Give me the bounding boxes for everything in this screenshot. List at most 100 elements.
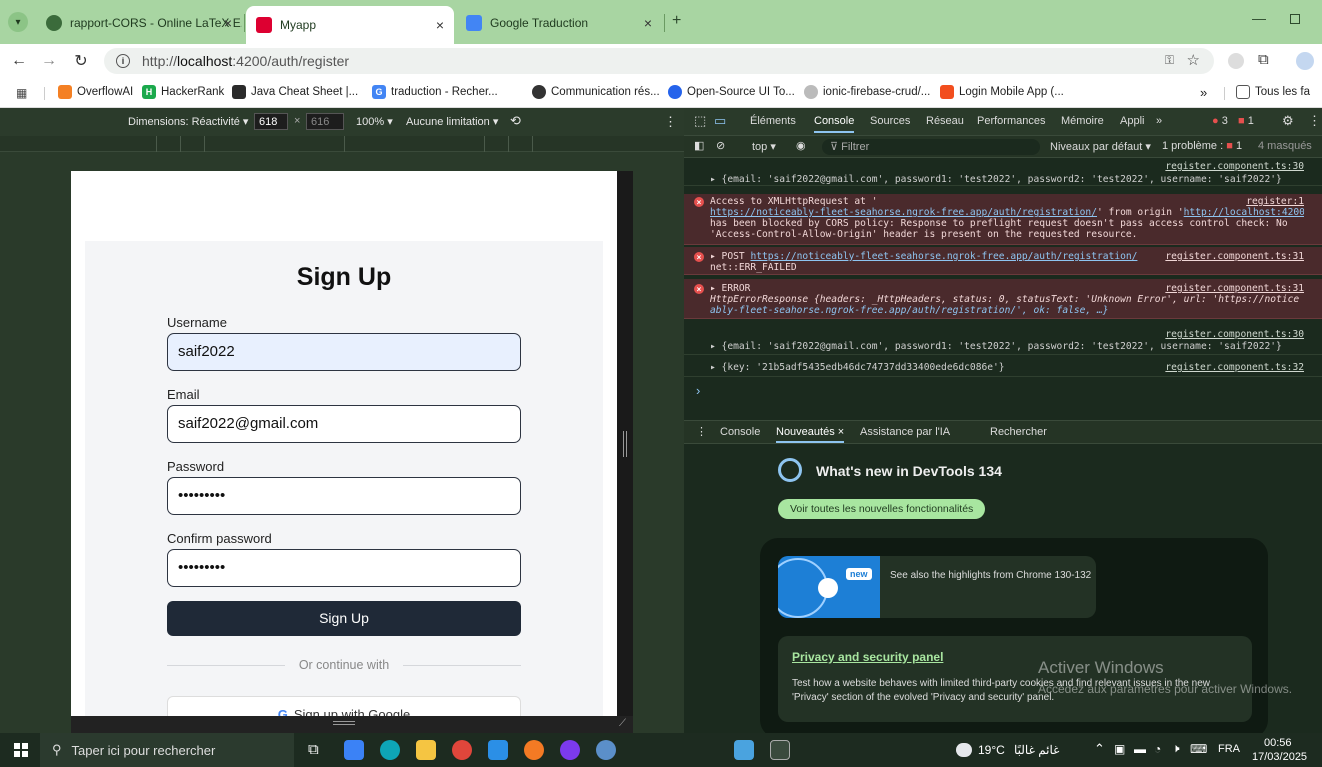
bookmark-traduction[interactable]: Gtraduction - Recher... <box>372 85 498 99</box>
source-link[interactable]: register.component.ts:30 <box>1165 161 1304 172</box>
weather-description[interactable]: غائم غالبًا <box>1014 743 1059 757</box>
console-prompt[interactable]: › <box>696 383 700 398</box>
tab-console[interactable]: Console <box>814 115 855 133</box>
device-toggle-icon[interactable]: ▭ <box>714 113 726 129</box>
tab-elements[interactable]: Éléments <box>750 115 796 127</box>
signup-button[interactable]: Sign Up <box>167 601 521 636</box>
viewport-bottom-handle[interactable]: ⟋ <box>71 716 633 733</box>
password-input[interactable]: ••••••••• <box>167 477 521 515</box>
console-message[interactable]: register.component.ts:30 ▸ {email: 'saif… <box>684 159 1322 186</box>
issues-link[interactable]: 1 problème : ■ 1 <box>1162 140 1242 152</box>
tray-chevron-icon[interactable]: ⌃ <box>1094 741 1105 757</box>
drawer-menu-icon[interactable]: ⋮ <box>696 425 707 438</box>
windows-start-icon[interactable] <box>14 743 28 757</box>
info-icon[interactable]: i <box>116 54 130 68</box>
keyboard-icon[interactable]: ⌨ <box>1190 742 1207 756</box>
console-message[interactable]: register.component.ts:30 ▸ {email: 'saif… <box>684 327 1322 355</box>
extension-icon[interactable] <box>1228 53 1244 69</box>
inspect-icon[interactable]: ⬚ <box>694 113 706 129</box>
tab-performance[interactable]: Performances <box>977 115 1045 127</box>
height-input[interactable]: 616 <box>306 113 344 130</box>
bookmark-open-source-ui[interactable]: Open-Source UI To... <box>668 85 795 99</box>
minimize-button[interactable]: — <box>1252 10 1266 26</box>
profile-avatar[interactable] <box>1296 52 1314 70</box>
confirm-password-input[interactable]: ••••••••• <box>167 549 521 587</box>
email-input[interactable]: saif2022@gmail.com <box>167 405 521 443</box>
vscode-icon[interactable] <box>488 740 508 760</box>
forward-button[interactable]: → <box>38 50 60 72</box>
request-url-link[interactable]: https://noticeably-fleet-seahorse.ngrok-… <box>710 207 1097 218</box>
extensions-puzzle-icon[interactable]: ⧉ <box>1258 51 1269 68</box>
bookmark-communication[interactable]: Communication rés... <box>532 85 660 99</box>
tab-google-translate[interactable]: Google Traduction × <box>456 8 662 38</box>
sidebar-toggle-icon[interactable]: ◧ <box>694 139 704 152</box>
taskbar-search[interactable]: ⚲ Taper ici pour rechercher <box>40 733 294 767</box>
drawer-tab-ai-assistance[interactable]: Assistance par l'IA <box>860 426 950 438</box>
google-signup-button[interactable]: G Sign up with Google <box>167 696 521 716</box>
bookmark-ionic-firebase[interactable]: ionic-firebase-crud/... <box>804 85 930 99</box>
dimensions-select[interactable]: Dimensions: Réactivité ▾ <box>128 115 248 128</box>
console-message[interactable]: register.component.ts:32 ▸ {key: '21b5ad… <box>684 359 1322 377</box>
star-icon[interactable]: ☆ <box>1187 51 1200 69</box>
close-icon[interactable]: × <box>224 15 232 31</box>
file-explorer-icon[interactable] <box>416 740 436 760</box>
clear-console-icon[interactable]: ⊘ <box>716 139 725 152</box>
store-icon[interactable] <box>344 740 364 760</box>
width-input[interactable]: 618 <box>254 113 288 130</box>
throttling-select[interactable]: Aucune limitation ▾ <box>406 115 498 128</box>
request-url-link[interactable]: https://noticeably-fleet-seahorse.ngrok-… <box>750 251 1137 262</box>
context-select[interactable]: top ▾ <box>752 140 776 153</box>
address-bar[interactable]: i http://localhost:4200/auth/register ⚿ … <box>104 48 1214 74</box>
console-error[interactable]: × register:1 Access to XMLHttpRequest at… <box>684 194 1322 245</box>
canva-icon[interactable] <box>560 740 580 760</box>
apps-grid-icon[interactable]: ▦ <box>16 86 27 100</box>
privacy-card[interactable]: Privacy and security panel Test how a we… <box>778 636 1252 722</box>
devtools-menu-icon[interactable]: ⋮ <box>1308 113 1321 129</box>
rotate-icon[interactable]: ⟲ <box>510 113 521 129</box>
source-link[interactable]: register.component.ts:30 <box>1165 329 1304 340</box>
maximize-button[interactable] <box>1290 14 1300 24</box>
tab-search-button[interactable]: ▾ <box>8 12 28 32</box>
console-error[interactable]: × ▸ POST https://noticeably-fleet-seahor… <box>684 247 1322 275</box>
close-icon[interactable]: × <box>436 17 444 33</box>
bookmark-hackerrank[interactable]: H HackerRank <box>142 85 224 99</box>
log-levels-select[interactable]: Niveaux par défaut ▾ <box>1050 140 1151 153</box>
settings-gear-icon[interactable]: ⚙ <box>1282 113 1294 129</box>
drawer-tab-search[interactable]: Rechercher <box>990 426 1047 438</box>
tab-network[interactable]: Réseau <box>926 115 964 127</box>
tab-application[interactable]: Appli <box>1120 115 1144 127</box>
new-tab-button[interactable]: + <box>672 12 681 30</box>
drawer-tab-whatsnew[interactable]: Nouveautés × <box>776 426 845 443</box>
more-options-icon[interactable]: ⋮ <box>664 114 677 130</box>
clock-date[interactable]: 17/03/2025 <box>1252 751 1307 763</box>
close-icon[interactable]: × <box>644 15 652 31</box>
viewport-resize-handle[interactable] <box>617 171 633 716</box>
tab-overleaf[interactable]: rapport-CORS - Online LaTeX E... × <box>36 8 242 38</box>
tab-myapp[interactable]: Myapp × <box>246 6 454 44</box>
weather-icon[interactable] <box>956 743 972 757</box>
tray-app-icon[interactable]: ▣ <box>1114 742 1125 756</box>
username-input[interactable]: saif2022 <box>167 333 521 371</box>
drawer-tab-console[interactable]: Console <box>720 426 760 438</box>
bookmark-folder-all[interactable]: Tous les fa <box>1236 85 1310 99</box>
error-count-badge[interactable]: ● 3 <box>1212 115 1228 127</box>
postgres-icon[interactable] <box>596 740 616 760</box>
terminal-icon[interactable] <box>770 740 790 760</box>
reload-button[interactable]: ↻ <box>70 50 92 72</box>
tab-sources[interactable]: Sources <box>870 115 910 127</box>
see-all-features-button[interactable]: Voir toutes les nouvelles fonctionnalité… <box>778 499 986 519</box>
wifi-icon[interactable]: ◔ <box>1154 742 1161 756</box>
bookmark-login-mobile[interactable]: Login Mobile App (... <box>940 85 1064 99</box>
chrome-icon[interactable] <box>452 740 472 760</box>
task-view-icon[interactable]: ⧉ <box>308 741 319 758</box>
origin-link[interactable]: http://localhost:4200 <box>1184 207 1304 218</box>
tab-memory[interactable]: Mémoire <box>1061 115 1104 127</box>
issue-count-badge[interactable]: ■ 1 <box>1238 115 1254 127</box>
corner-resize-icon[interactable]: ⟋ <box>619 718 626 729</box>
key-icon[interactable]: ⚿ <box>1165 53 1174 68</box>
source-link[interactable]: register.component.ts:31 <box>1165 283 1304 294</box>
live-expression-icon[interactable]: ◉ <box>796 139 806 152</box>
source-link[interactable]: register.component.ts:32 <box>1165 362 1304 373</box>
filter-input[interactable]: ⊽ Filtrer <box>822 139 1040 155</box>
paint-icon[interactable] <box>734 740 754 760</box>
